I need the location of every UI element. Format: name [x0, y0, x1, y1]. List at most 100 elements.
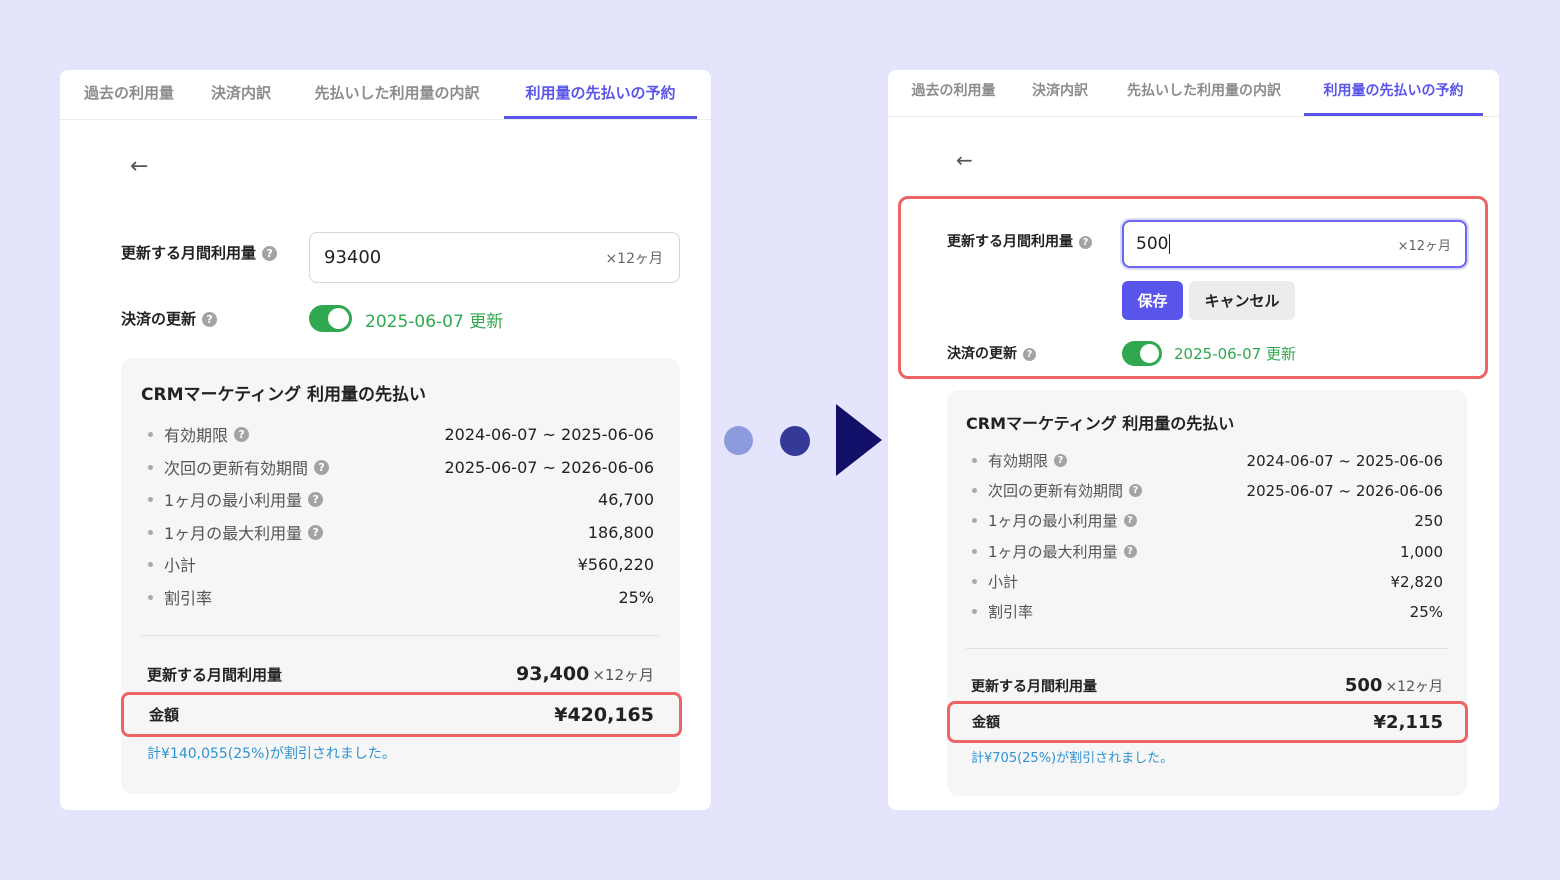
monthly-usage-summary-value: 93,400 ×12ヶ月	[516, 663, 654, 685]
monthly-usage-label-text: 更新する月間利用量	[121, 244, 257, 262]
monthly-usage-summary-number: 93,400	[516, 663, 590, 685]
row-label: 1ヶ月の最小利用量	[988, 512, 1118, 530]
tab-bar: 過去の利用量 決済内訳 先払いした利用量の内訳 利用量の先払いの予約	[60, 70, 711, 120]
row-value: 186,800	[587, 522, 654, 542]
monthly-usage-input[interactable]: 93400 ×12ヶ月	[309, 232, 680, 283]
cancel-button[interactable]: キャンセル	[1189, 281, 1295, 320]
summary-card: CRMマーケティング 利用量の先払い 有効期限? 2024-06-07 ~ 20…	[947, 390, 1468, 796]
monthly-usage-summary: 更新する月間利用量 93,400 ×12ヶ月	[147, 663, 654, 685]
total-amount-highlight: 金額 ¥2,115	[947, 701, 1468, 743]
save-button[interactable]: 保存	[1122, 281, 1183, 320]
row-value: 25%	[618, 587, 654, 607]
summary-title: CRMマーケティング 利用量の先払い	[966, 414, 1235, 433]
total-label: 金額	[972, 715, 1000, 731]
monthly-usage-summary: 更新する月間利用量 500 ×12ヶ月	[971, 675, 1443, 696]
help-icon[interactable]: ?	[262, 246, 278, 261]
row-value: 2025-06-07 ~ 2026-06-06	[444, 457, 654, 477]
toggle-knob	[1140, 344, 1159, 363]
row-value: 1,000	[1400, 542, 1443, 561]
help-icon[interactable]: ?	[202, 312, 218, 327]
play-arrow-icon	[836, 404, 882, 476]
summary-row: 次回の更新有効期間? 2025-06-07 ~ 2026-06-06	[148, 457, 654, 478]
total-value: ¥2,115	[1373, 711, 1443, 733]
tab-prepay-reservation[interactable]: 利用量の先払いの予約	[1304, 70, 1483, 116]
step-dot-light	[724, 426, 753, 455]
discount-note: 計¥705(25%)が割引されました。	[971, 751, 1174, 766]
row-value: 46,700	[598, 489, 654, 509]
row-label: 割引率	[164, 589, 213, 608]
row-value: 250	[1414, 511, 1443, 530]
row-label: 1ヶ月の最小利用量	[164, 491, 303, 510]
discount-note: 計¥140,055(25%)が割引されました。	[147, 746, 396, 762]
monthly-usage-label: 更新する月間利用量?	[947, 231, 1092, 251]
divider	[966, 648, 1448, 649]
tab-payment-details[interactable]: 決済内訳	[208, 70, 274, 116]
row-value: ¥560,220	[577, 554, 654, 574]
monthly-usage-value: 93400	[324, 247, 382, 268]
monthly-usage-summary-suffix: ×12ヶ月	[1385, 679, 1443, 695]
step-dot-dark	[780, 426, 810, 456]
row-label: 1ヶ月の最大利用量	[164, 524, 303, 543]
help-icon[interactable]: ?	[1079, 235, 1092, 249]
tab-prepaid-usage-breakdown[interactable]: 先払いした利用量の内訳	[306, 70, 488, 116]
row-label: 有効期限	[988, 452, 1049, 470]
monthly-usage-input[interactable]: 500 ×12ヶ月	[1122, 220, 1467, 268]
help-icon[interactable]: ?	[314, 459, 330, 475]
help-icon[interactable]: ?	[234, 426, 250, 442]
row-value: 2024-06-07 ~ 2025-06-06	[444, 424, 654, 444]
renewal-label-text: 決済の更新	[121, 310, 197, 328]
tab-prepay-reservation[interactable]: 利用量の先払いの予約	[504, 70, 697, 119]
monthly-usage-label: 更新する月間利用量?	[121, 242, 278, 263]
row-value: 25%	[1409, 602, 1443, 621]
row-label: 有効期限	[164, 426, 229, 445]
back-arrow-icon[interactable]: ←	[130, 154, 148, 179]
summary-card: CRMマーケティング 利用量の先払い 有効期限? 2024-06-07 ~ 20…	[121, 358, 682, 794]
help-icon[interactable]: ?	[1123, 514, 1137, 527]
monthly-usage-summary-number: 500	[1344, 675, 1383, 696]
monthly-usage-value-text: 500	[1136, 234, 1169, 254]
tab-prepaid-usage-breakdown[interactable]: 先払いした利用量の内訳	[1120, 70, 1288, 113]
text-caret	[1169, 234, 1171, 254]
monthly-usage-summary-suffix: ×12ヶ月	[592, 666, 654, 684]
prepay-panel-before: 過去の利用量 決済内訳 先払いした利用量の内訳 利用量の先払いの予約 ← 更新す…	[60, 70, 711, 810]
prepay-panel-after: 過去の利用量 決済内訳 先払いした利用量の内訳 利用量の先払いの予約 ← 更新す…	[888, 70, 1499, 810]
tab-past-usage[interactable]: 過去の利用量	[907, 70, 1000, 113]
summary-row: 割引率 25%	[148, 587, 654, 608]
monthly-usage-suffix: ×12ヶ月	[605, 250, 663, 267]
help-icon[interactable]: ?	[1129, 484, 1143, 497]
total-amount-highlight: 金額 ¥420,165	[121, 692, 682, 737]
summary-row: 有効期限? 2024-06-07 ~ 2025-06-06	[148, 424, 654, 445]
toggle-knob	[328, 308, 349, 329]
divider	[141, 635, 659, 636]
total-value: ¥420,165	[554, 703, 654, 726]
tab-payment-details[interactable]: 決済内訳	[1029, 70, 1091, 113]
help-icon[interactable]: ?	[308, 524, 324, 540]
monthly-usage-value: 500	[1136, 234, 1171, 254]
summary-row: 1ヶ月の最大利用量? 1,000	[972, 542, 1443, 561]
row-label: 小計	[164, 556, 197, 575]
back-arrow-icon[interactable]: ←	[956, 148, 973, 172]
summary-row: 1ヶ月の最大利用量? 186,800	[148, 522, 654, 543]
monthly-usage-label-text: 更新する月間利用量	[947, 234, 1073, 250]
monthly-usage-suffix: ×12ヶ月	[1397, 238, 1451, 254]
monthly-usage-summary-label: 更新する月間利用量	[971, 679, 1097, 695]
monthly-usage-summary-label: 更新する月間利用量	[147, 666, 283, 684]
row-label: 1ヶ月の最大利用量	[988, 543, 1118, 561]
row-label: 割引率	[988, 603, 1034, 621]
row-label: 次回の更新有効期間	[988, 482, 1124, 500]
total-label: 金額	[149, 706, 180, 724]
row-value: 2024-06-07 ~ 2025-06-06	[1246, 451, 1443, 470]
summary-row: 小計 ¥2,820	[972, 572, 1443, 591]
tab-past-usage[interactable]: 過去の利用量	[79, 70, 179, 116]
help-icon[interactable]: ?	[1123, 545, 1137, 558]
renewal-toggle[interactable]	[1122, 341, 1162, 366]
renewal-date: 2025-06-07 更新	[365, 312, 504, 332]
summary-row: 小計 ¥560,220	[148, 554, 654, 575]
help-icon[interactable]: ?	[1054, 454, 1068, 467]
renewal-toggle[interactable]	[309, 305, 352, 332]
row-label: 小計	[988, 573, 1019, 591]
summary-row: 次回の更新有効期間? 2025-06-07 ~ 2026-06-06	[972, 481, 1443, 500]
renewal-label: 決済の更新?	[121, 308, 218, 329]
help-icon[interactable]: ?	[308, 491, 324, 507]
help-icon[interactable]: ?	[1023, 347, 1036, 361]
